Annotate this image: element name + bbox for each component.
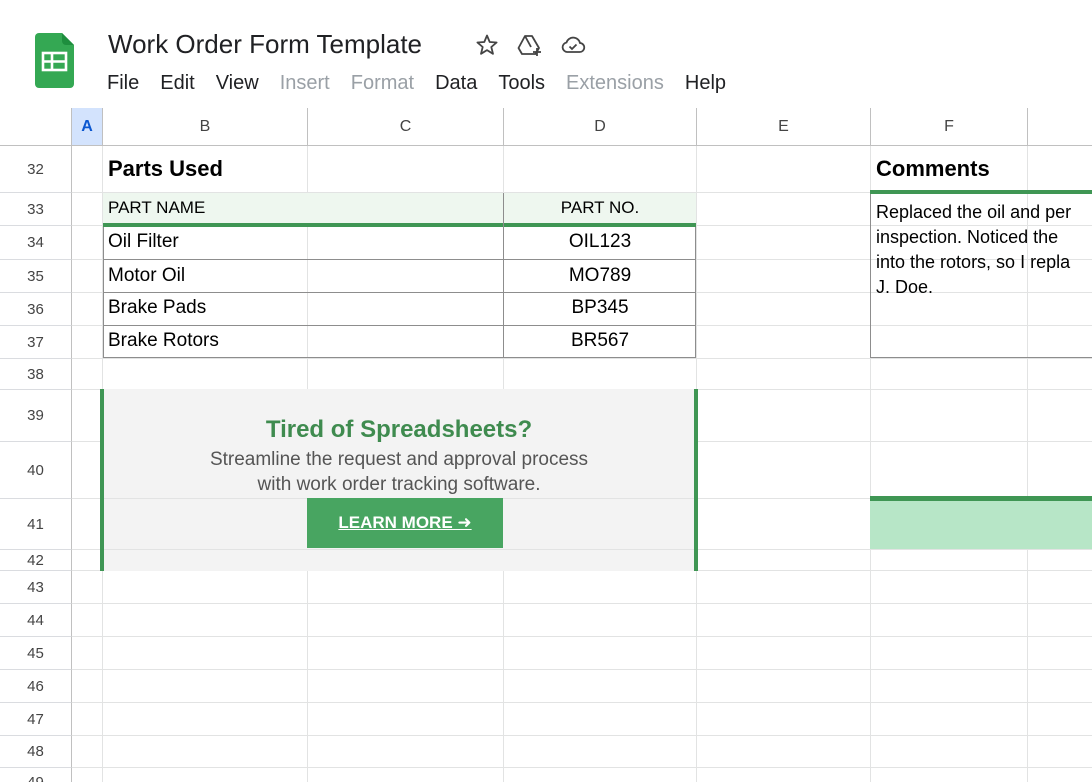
row-header-36[interactable]: 36 xyxy=(0,293,72,326)
column-header-g[interactable] xyxy=(1028,108,1092,146)
menu-edit[interactable]: Edit xyxy=(160,72,194,95)
part-no-cell[interactable]: OIL123 xyxy=(504,231,696,253)
gridline xyxy=(0,358,1092,359)
promo-title: Tired of Spreadsheets? xyxy=(265,416,533,443)
spreadsheet-grid[interactable]: A B C D E F 32 33 34 35 36 37 38 39 40 4… xyxy=(0,108,1092,782)
row-header-38[interactable]: 38 xyxy=(0,359,72,390)
cloud-saved-icon[interactable] xyxy=(560,32,586,58)
title-icons xyxy=(474,30,603,60)
promo-banner: Tired of Spreadsheets? Streamline the re… xyxy=(100,389,698,571)
parts-used-title: Parts Used xyxy=(108,156,223,181)
menu-extensions[interactable]: Extensions xyxy=(566,72,664,95)
part-name-cell[interactable]: Brake Rotors xyxy=(108,330,219,352)
row-header-42[interactable]: 42 xyxy=(0,550,72,571)
menu-tools[interactable]: Tools xyxy=(498,72,545,95)
row-header-35[interactable]: 35 xyxy=(0,260,72,293)
gridline xyxy=(0,735,1092,736)
part-no-header: PART NO. xyxy=(560,198,640,217)
table-divider xyxy=(103,259,696,260)
select-all-corner[interactable] xyxy=(0,108,72,146)
document-title[interactable]: Work Order Form Template xyxy=(108,29,422,60)
part-no-cell[interactable]: MO789 xyxy=(504,265,696,287)
gridline xyxy=(0,669,1092,670)
row-header-34[interactable]: 34 xyxy=(0,226,72,260)
column-header-f[interactable]: F xyxy=(871,108,1028,146)
star-icon[interactable] xyxy=(474,32,500,58)
row-header-41[interactable]: 41 xyxy=(0,499,72,550)
row-header-40[interactable]: 40 xyxy=(0,442,72,499)
menu-file[interactable]: File xyxy=(107,72,139,95)
app-header: Work Order Form Template File Edit View … xyxy=(0,0,1092,108)
row-header-37[interactable]: 37 xyxy=(0,326,72,359)
table-divider xyxy=(103,292,696,293)
row-header-39[interactable]: 39 xyxy=(0,390,72,442)
gridline xyxy=(104,549,694,550)
part-no-cell[interactable]: BP345 xyxy=(504,297,696,319)
move-to-drive-icon[interactable] xyxy=(517,32,543,58)
column-header-b[interactable]: B xyxy=(103,108,308,146)
column-header-c[interactable]: C xyxy=(308,108,504,146)
menu-data[interactable]: Data xyxy=(435,72,477,95)
sheets-logo-icon[interactable] xyxy=(35,33,74,88)
row-header-49[interactable]: 49 xyxy=(0,768,72,782)
column-header-d[interactable]: D xyxy=(504,108,697,146)
gridline xyxy=(0,636,1092,637)
row-header-48[interactable]: 48 xyxy=(0,736,72,768)
row-header-32[interactable]: 32 xyxy=(0,146,72,193)
row-header-44[interactable]: 44 xyxy=(0,604,72,637)
part-name-cell[interactable]: Oil Filter xyxy=(108,231,179,253)
menu-insert[interactable]: Insert xyxy=(280,72,330,95)
gridline xyxy=(0,603,1092,604)
menu-help[interactable]: Help xyxy=(685,72,726,95)
comments-title: Comments xyxy=(876,156,990,181)
row-header-33[interactable]: 33 xyxy=(0,193,72,226)
part-name-cell[interactable]: Motor Oil xyxy=(108,265,185,287)
menu-format[interactable]: Format xyxy=(351,72,414,95)
comments-text[interactable]: Replaced the oil and per inspection. Not… xyxy=(876,200,1092,300)
gridline xyxy=(0,702,1092,703)
gridline xyxy=(0,767,1092,768)
row-header-43[interactable]: 43 xyxy=(0,571,72,604)
table-divider xyxy=(103,325,696,326)
green-highlight-cell xyxy=(870,501,1092,549)
promo-subtitle: Streamline the request and approval proc… xyxy=(209,449,589,495)
row-header-47[interactable]: 47 xyxy=(0,703,72,736)
part-name-header: PART NAME xyxy=(108,198,206,217)
column-header-e[interactable]: E xyxy=(697,108,871,146)
row-header-46[interactable]: 46 xyxy=(0,670,72,703)
part-name-cell[interactable]: Brake Pads xyxy=(108,297,206,319)
row-header-45[interactable]: 45 xyxy=(0,637,72,670)
menu-view[interactable]: View xyxy=(216,72,259,95)
learn-more-button[interactable]: LEARN MORE ➜ xyxy=(307,498,503,548)
part-no-cell[interactable]: BR567 xyxy=(504,330,696,352)
column-header-a[interactable]: A xyxy=(72,108,103,146)
menu-bar: File Edit View Insert Format Data Tools … xyxy=(107,72,747,95)
